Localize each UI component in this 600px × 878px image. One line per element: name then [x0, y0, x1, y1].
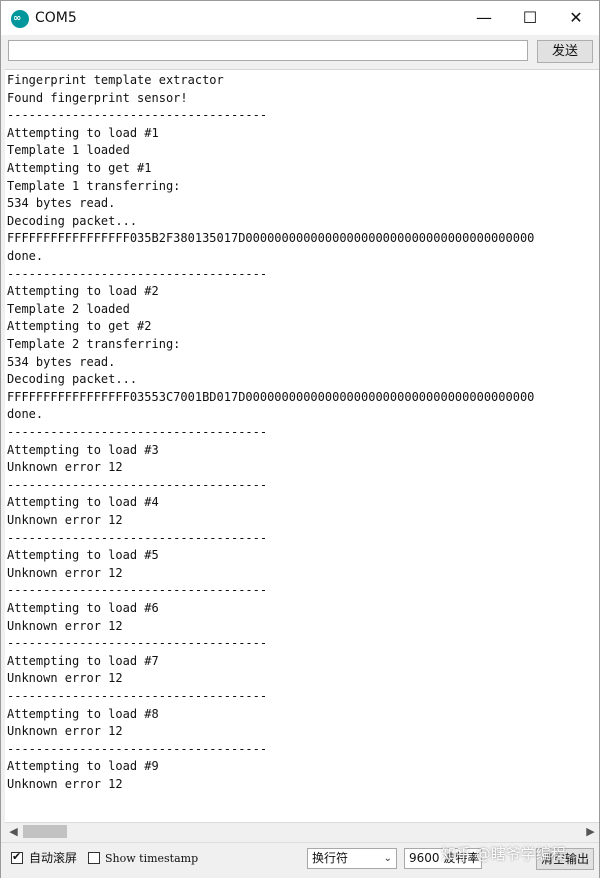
close-button[interactable]: ✕: [553, 1, 599, 35]
line-ending-select[interactable]: 换行符 ⌄: [307, 848, 397, 869]
console-line: ------------------------------------: [7, 477, 268, 492]
console-line: FFFFFFFFFFFFFFFFF035B2F380135017D0000000…: [7, 231, 535, 246]
console-line: Decoding packet...: [7, 213, 138, 228]
console-line: Template 1 transferring:: [7, 178, 181, 193]
send-button[interactable]: 发送: [537, 40, 593, 63]
arduino-icon: ∞: [11, 10, 29, 28]
console-line: Attempting to load #8: [7, 706, 159, 721]
horizontal-scrollbar[interactable]: ◀ ▶: [5, 822, 599, 841]
console-line: Fingerprint template extractor: [7, 73, 224, 87]
console-line: Decoding packet...: [7, 372, 138, 387]
maximize-button[interactable]: ☐: [507, 1, 553, 35]
console-line: Attempting to load #5: [7, 548, 159, 563]
console-line: Unknown error 12: [7, 777, 123, 791]
console-line: done.: [7, 249, 44, 263]
console-line: ------------------------------------: [7, 583, 268, 598]
console-line: Unknown error 12: [7, 513, 123, 527]
autoscroll-checkbox[interactable]: ✔: [11, 850, 23, 864]
title-bar: ∞ COM5 — ☐ ✕: [1, 1, 599, 35]
console-line: ------------------------------------: [7, 530, 268, 545]
serial-output[interactable]: Fingerprint template extractor Found fing…: [5, 69, 599, 822]
console-line: Template 2 loaded: [7, 301, 130, 316]
console-line: ------------------------------------: [7, 689, 268, 703]
checkmark-icon: ✔: [12, 850, 22, 863]
timestamp-checkbox[interactable]: [88, 852, 100, 864]
console-line: Attempting to load #1: [7, 125, 159, 140]
console-line: ------------------------------------: [7, 266, 268, 281]
scrollbar-thumb[interactable]: [23, 825, 67, 838]
autoscroll-label: 自动滚屏: [29, 851, 78, 865]
send-input[interactable]: [8, 40, 528, 61]
watermark: 知乎 @瞎爷学编程: [441, 845, 566, 863]
console-line: FFFFFFFFFFFFFFFFF03553C7001BD017D0000000…: [7, 389, 535, 404]
window-title: COM5: [35, 10, 77, 26]
send-bar: 发送: [1, 35, 599, 67]
console-line: Found fingerprint sensor!: [7, 90, 188, 105]
console-line: done.: [7, 407, 44, 422]
console-line: Attempting to load #9: [7, 759, 159, 774]
console-line: Unknown error 12: [7, 671, 123, 686]
chevron-down-icon: ⌄: [383, 853, 392, 864]
console-line: ------------------------------------: [7, 108, 268, 123]
console-line: ------------------------------------: [7, 425, 268, 439]
console-line: ------------------------------------: [7, 741, 268, 756]
timestamp-label: Show timestamp: [105, 852, 199, 865]
console-line: Attempting to load #6: [7, 601, 159, 615]
line-ending-value: 换行符: [312, 851, 349, 865]
scroll-left-icon[interactable]: ◀: [5, 823, 22, 841]
console-line: 534 bytes read.: [7, 196, 116, 211]
scroll-right-icon[interactable]: ▶: [582, 823, 599, 841]
console-line: Attempting to load #7: [7, 653, 159, 668]
console-line: Attempting to load #4: [7, 495, 159, 510]
console-line: ------------------------------------: [7, 636, 268, 651]
console-line: Unknown error 12: [7, 460, 123, 475]
console-line: Attempting to get #2: [7, 319, 152, 334]
console-line: Template 2 transferring:: [7, 337, 181, 351]
console-line: Unknown error 12: [7, 618, 123, 633]
console-line: Attempting to get #1: [7, 161, 152, 175]
console-line: Unknown error 12: [7, 565, 123, 580]
serial-monitor-window: ∞ COM5 — ☐ ✕ 发送 Fingerprint template ext…: [0, 0, 600, 878]
console-line: Unknown error 12: [7, 724, 123, 739]
console-line: Attempting to load #3: [7, 442, 159, 457]
minimize-button[interactable]: —: [461, 1, 507, 35]
console-line: Template 1 loaded: [7, 143, 130, 158]
console-line: Attempting to load #2: [7, 284, 159, 299]
console-line: 534 bytes read.: [7, 354, 116, 369]
